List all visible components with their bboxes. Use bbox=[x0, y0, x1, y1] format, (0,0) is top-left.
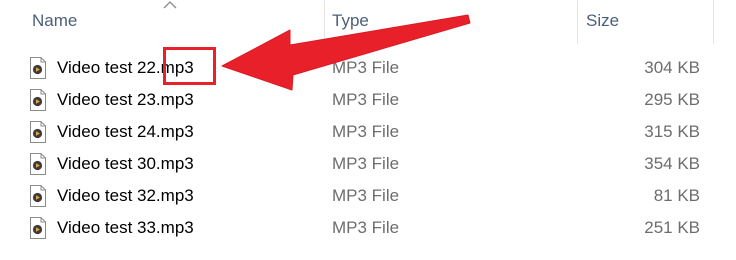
audio-file-icon bbox=[30, 121, 46, 143]
file-type: MP3 File bbox=[332, 154, 400, 173]
file-row[interactable]: Video test 24.mp3 MP3 File 315 KB bbox=[0, 116, 736, 148]
file-size: 304 KB bbox=[644, 58, 700, 77]
column-header-name[interactable]: Name bbox=[26, 0, 324, 44]
column-header-type[interactable]: Type bbox=[326, 0, 576, 44]
audio-file-icon bbox=[30, 185, 46, 207]
file-type: MP3 File bbox=[332, 122, 400, 141]
file-row[interactable]: Video test 33.mp3 MP3 File 251 KB bbox=[0, 212, 736, 244]
file-row[interactable]: Video test 32.mp3 MP3 File 81 KB bbox=[0, 180, 736, 212]
file-type: MP3 File bbox=[332, 58, 400, 77]
column-divider[interactable] bbox=[713, 0, 714, 44]
column-divider[interactable] bbox=[324, 0, 325, 44]
audio-file-icon bbox=[30, 89, 46, 111]
file-explorer-details-view: Name Type Size Video test 22.mp3 MP3 Fil… bbox=[0, 0, 736, 260]
file-name: Video test 33.mp3 bbox=[57, 218, 194, 237]
file-size: 251 KB bbox=[644, 218, 700, 237]
file-size: 315 KB bbox=[644, 122, 700, 141]
file-row[interactable]: Video test 30.mp3 MP3 File 354 KB bbox=[0, 148, 736, 180]
file-type: MP3 File bbox=[332, 90, 400, 109]
file-row[interactable]: Video test 23.mp3 MP3 File 295 KB bbox=[0, 84, 736, 116]
extension-highlight-box bbox=[163, 47, 216, 85]
file-name: Video test 23.mp3 bbox=[57, 90, 194, 109]
file-name: Video test 32.mp3 bbox=[57, 186, 194, 205]
file-name: Video test 24.mp3 bbox=[57, 122, 194, 141]
file-name: Video test 30.mp3 bbox=[57, 154, 194, 173]
column-header-size[interactable]: Size bbox=[580, 0, 713, 44]
file-type: MP3 File bbox=[332, 218, 400, 237]
file-size: 295 KB bbox=[644, 90, 700, 109]
audio-file-icon bbox=[30, 153, 46, 175]
file-type: MP3 File bbox=[332, 186, 400, 205]
column-header-row: Name Type Size bbox=[0, 0, 736, 44]
column-divider[interactable] bbox=[577, 0, 578, 44]
file-row[interactable]: Video test 22.mp3 MP3 File 304 KB bbox=[0, 52, 736, 84]
file-size: 354 KB bbox=[644, 154, 700, 173]
audio-file-icon bbox=[30, 217, 46, 239]
file-size: 81 KB bbox=[653, 186, 700, 205]
file-list: Video test 22.mp3 MP3 File 304 KB Video … bbox=[0, 52, 736, 244]
audio-file-icon bbox=[30, 57, 46, 79]
